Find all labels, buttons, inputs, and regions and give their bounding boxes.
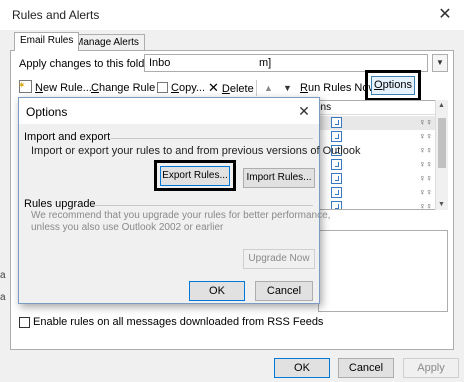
list-item[interactable]: ♀♀ bbox=[301, 172, 435, 186]
import-export-group-title: Import and export bbox=[24, 131, 111, 143]
options-dialog: Options ✕ Import and export Import or ex… bbox=[18, 97, 361, 304]
rule-settings-icon: ♀♀ bbox=[419, 173, 433, 183]
rules-upgrade-description-1: We recommend that you upgrade your rules… bbox=[31, 210, 331, 221]
move-down-icon[interactable]: ▼ bbox=[283, 80, 292, 96]
folder-value-start: Inbo bbox=[149, 57, 171, 69]
rss-rules-checkbox[interactable] bbox=[19, 317, 30, 328]
rule-action-icon bbox=[331, 159, 342, 170]
folder-value-end: m] bbox=[259, 57, 272, 69]
options-ok-button[interactable]: OK bbox=[189, 281, 245, 301]
list-item[interactable]: ♀♀ bbox=[301, 158, 435, 172]
rule-settings-icon: ♀♀ bbox=[419, 131, 433, 141]
rule-description-box bbox=[318, 230, 448, 312]
toolbar-separator bbox=[256, 80, 257, 96]
rule-settings-icon: ♀♀ bbox=[419, 201, 433, 210]
apply-button[interactable]: Apply bbox=[403, 358, 459, 378]
upgrade-now-button[interactable]: Upgrade Now bbox=[243, 249, 315, 269]
rule-settings-icon: ♀♀ bbox=[419, 145, 433, 155]
export-highlight-box bbox=[154, 160, 236, 191]
left-edge-marks: aa bbox=[0, 270, 6, 303]
list-item[interactable]: ♀♀ bbox=[301, 200, 435, 210]
new-rule-button[interactable]: ✶ New Rule... bbox=[18, 80, 92, 96]
window-title: Rules and Alerts bbox=[12, 8, 100, 22]
chevron-down-icon[interactable]: ▼ bbox=[432, 54, 448, 72]
group-divider bbox=[91, 205, 313, 206]
delete-rule-button[interactable]: ✕ Delete bbox=[208, 80, 254, 96]
list-item[interactable]: ♀♀ bbox=[301, 186, 435, 200]
copy-rule-button[interactable]: Copy... bbox=[157, 80, 205, 96]
tab-email-rules[interactable]: Email Rules bbox=[14, 32, 80, 51]
import-rules-button[interactable]: Import Rules... bbox=[243, 168, 315, 188]
change-rule-button[interactable]: Change Rule▼ bbox=[91, 80, 164, 96]
rule-action-icon bbox=[331, 131, 342, 142]
scrollbar-thumb[interactable] bbox=[438, 118, 446, 168]
scroll-up-icon[interactable]: ▲ bbox=[438, 102, 445, 109]
rule-action-icon bbox=[331, 187, 342, 198]
cancel-button[interactable]: Cancel bbox=[338, 358, 394, 378]
rule-action-icon bbox=[331, 201, 342, 209]
ok-button[interactable]: OK bbox=[274, 358, 330, 378]
rules-scrollbar[interactable]: ▲ ▼ bbox=[435, 100, 448, 210]
list-item[interactable]: ♀♀ bbox=[301, 116, 435, 130]
scroll-down-icon[interactable]: ▼ bbox=[438, 201, 445, 208]
rule-settings-icon: ♀♀ bbox=[419, 117, 433, 127]
options-dialog-title: Options bbox=[26, 105, 68, 119]
rule-settings-icon: ♀♀ bbox=[419, 187, 433, 197]
new-rule-icon: ✶ bbox=[18, 80, 32, 93]
move-up-icon[interactable]: ▲ bbox=[264, 80, 273, 96]
close-icon[interactable]: ✕ bbox=[295, 102, 313, 120]
copy-icon bbox=[157, 82, 168, 93]
import-export-description: Import or export your rules to and from … bbox=[31, 145, 361, 157]
rss-rules-label: Enable rules on all messages downloaded … bbox=[33, 316, 324, 328]
rules-column-header: ons bbox=[301, 101, 435, 115]
tab-manage-alerts[interactable]: Manage Alerts bbox=[69, 34, 145, 51]
rule-action-icon bbox=[331, 173, 342, 184]
options-cancel-button[interactable]: Cancel bbox=[255, 281, 313, 301]
group-divider bbox=[111, 138, 313, 139]
folder-label: Apply changes to this folder: bbox=[19, 58, 158, 70]
rule-settings-icon: ♀♀ bbox=[419, 159, 433, 169]
rule-action-icon bbox=[331, 117, 342, 128]
list-item[interactable]: ♀♀ bbox=[301, 130, 435, 144]
rules-upgrade-description-2: unless you also use Outlook 2002 or earl… bbox=[31, 222, 224, 233]
close-icon[interactable]: ✕ bbox=[435, 5, 455, 25]
delete-icon: ✕ bbox=[208, 80, 219, 95]
options-highlight-box bbox=[365, 70, 421, 101]
rules-upgrade-group-title: Rules upgrade bbox=[24, 198, 96, 210]
